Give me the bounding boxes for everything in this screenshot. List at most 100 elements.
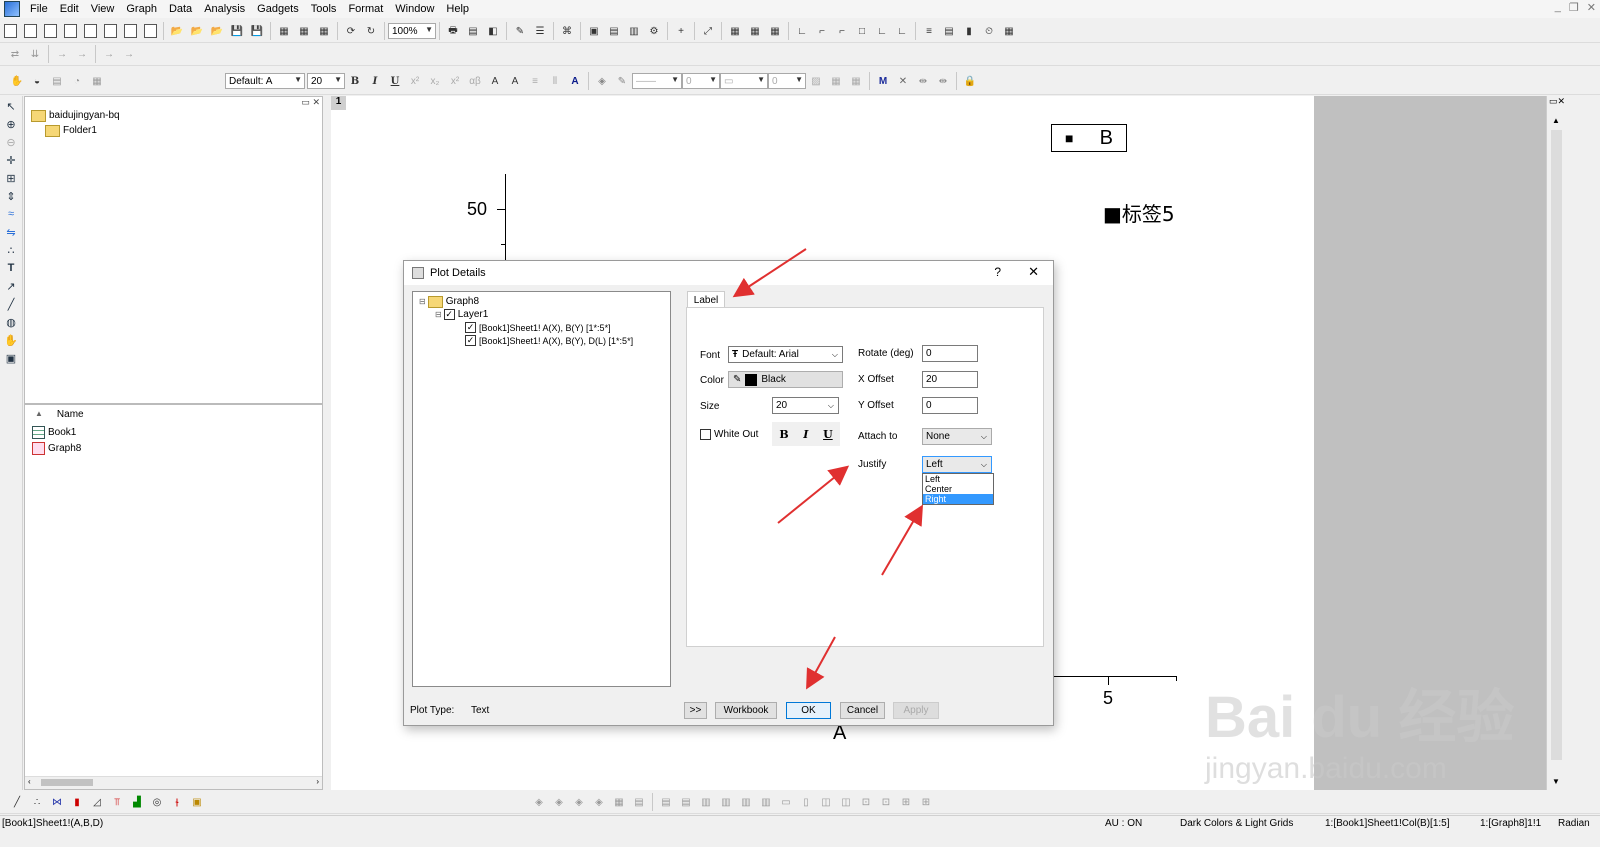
- mask-points-icon[interactable]: ≈: [3, 206, 19, 222]
- tree-plot-2[interactable]: ✓ [Book1]Sheet1! A(X), B(Y), D(L) [1*:5*]: [465, 333, 633, 348]
- align-left-icon[interactable]: ▤: [657, 793, 675, 811]
- refresh-icon[interactable]: ↻: [362, 22, 380, 40]
- new-layout-icon[interactable]: [121, 22, 139, 40]
- superscript-icon[interactable]: x²: [406, 72, 424, 90]
- import-wizard-icon[interactable]: ▦: [315, 22, 333, 40]
- xoffset-input[interactable]: 20: [922, 371, 978, 388]
- new-matrix-icon[interactable]: [61, 22, 79, 40]
- data-reader-icon[interactable]: ⇕: [3, 188, 19, 204]
- justify-option-center[interactable]: Center: [923, 484, 993, 494]
- cancel-button[interactable]: Cancel: [840, 702, 885, 719]
- whiteout-option[interactable]: White Out: [700, 429, 758, 440]
- greek-icon[interactable]: αβ: [466, 72, 484, 90]
- panel-close-icon[interactable]: ✕: [312, 97, 320, 107]
- save-template-icon[interactable]: 💾: [248, 22, 266, 40]
- menu-graph[interactable]: Graph: [120, 0, 163, 18]
- font-select[interactable]: Default: A ▼: [225, 73, 305, 89]
- table-icon[interactable]: ▦: [1000, 22, 1018, 40]
- close-icon[interactable]: ✕: [1587, 1, 1596, 14]
- legend[interactable]: ■ B: [1051, 124, 1127, 152]
- project-explorer-icon[interactable]: ⌘: [558, 22, 576, 40]
- layout-2-icon[interactable]: ▦: [746, 22, 764, 40]
- line-style-select[interactable]: —— ▼: [632, 73, 682, 89]
- line-color-icon[interactable]: ✎: [613, 72, 631, 90]
- template-icon[interactable]: ▣: [188, 793, 206, 811]
- axis-cross-icon[interactable]: ∟: [873, 22, 891, 40]
- pointer-icon[interactable]: ↖: [3, 98, 19, 114]
- tool-a-icon[interactable]: ✋: [8, 72, 26, 90]
- tree-root[interactable]: baidujingyan-bq: [31, 108, 120, 123]
- code-builder-icon[interactable]: ✎: [511, 22, 529, 40]
- scroll-thumb[interactable]: [41, 779, 93, 786]
- recalculate-icon[interactable]: ⟳: [342, 22, 360, 40]
- tool-c-icon[interactable]: ▤: [48, 72, 66, 90]
- align-right-icon[interactable]: ▤: [677, 793, 695, 811]
- tool-d-icon[interactable]: ◔: [68, 72, 86, 90]
- border-icon[interactable]: ▦: [827, 72, 845, 90]
- whiteout-checkbox[interactable]: [700, 429, 711, 440]
- menu-help[interactable]: Help: [440, 0, 475, 18]
- wire-frame-icon[interactable]: ◈: [590, 793, 608, 811]
- new-function-icon[interactable]: [101, 22, 119, 40]
- results-log-icon[interactable]: ▣: [585, 22, 603, 40]
- move-right2-icon[interactable]: →: [73, 45, 91, 63]
- scatter-plot-icon[interactable]: ∴: [28, 793, 46, 811]
- axis-right-icon[interactable]: ⌐: [833, 22, 851, 40]
- horizontal-scrollbar[interactable]: ‹ ›: [25, 776, 322, 789]
- stack-plot-icon[interactable]: ▟: [128, 793, 146, 811]
- arrow-tool-icon[interactable]: ↗: [3, 278, 19, 294]
- menu-tools[interactable]: Tools: [305, 0, 343, 18]
- apply-button[interactable]: Apply: [893, 702, 939, 719]
- align-bottom-icon[interactable]: ▥: [717, 793, 735, 811]
- color-button[interactable]: ✎ Black: [728, 371, 843, 388]
- save-project-icon[interactable]: 💾: [228, 22, 246, 40]
- menu-edit[interactable]: Edit: [54, 0, 85, 18]
- area-plot-icon[interactable]: ◿: [88, 793, 106, 811]
- ungroup-icon[interactable]: ⊡: [877, 793, 895, 811]
- swap-columns-icon[interactable]: ⇄: [6, 45, 24, 63]
- align-middle-icon[interactable]: ▥: [757, 793, 775, 811]
- columns-icon[interactable]: ⫴: [546, 72, 564, 90]
- plot-checkbox[interactable]: ✓: [465, 335, 476, 346]
- list-item[interactable]: Graph8: [32, 441, 81, 456]
- scroll-down-icon[interactable]: ▼: [1552, 777, 1560, 786]
- new-project-icon[interactable]: [1, 22, 19, 40]
- align-objects-icon[interactable]: ⇹: [934, 72, 952, 90]
- line-tool-icon[interactable]: ╱: [3, 296, 19, 312]
- stock-plot-icon[interactable]: ⫳: [168, 793, 186, 811]
- layout-1-icon[interactable]: ▦: [726, 22, 744, 40]
- extract-icon[interactable]: ⊞: [897, 793, 915, 811]
- font-select[interactable]: Ŧ Default: Arial ⌵: [728, 346, 843, 363]
- menu-view[interactable]: View: [85, 0, 121, 18]
- 3d-surface-icon[interactable]: ◈: [570, 793, 588, 811]
- menu-data[interactable]: Data: [163, 0, 198, 18]
- bold-button[interactable]: B: [346, 72, 364, 90]
- font-color-icon[interactable]: A: [566, 72, 584, 90]
- menu-analysis[interactable]: Analysis: [198, 0, 251, 18]
- distribute-icon[interactable]: ⇹: [914, 72, 932, 90]
- panel-divider[interactable]: [25, 403, 322, 405]
- scroll-up-icon[interactable]: ▲: [1552, 116, 1560, 125]
- tree-folder[interactable]: Folder1: [45, 123, 97, 138]
- lock-icon[interactable]: 🔒: [961, 72, 979, 90]
- pattern-icon[interactable]: ▨: [807, 72, 825, 90]
- layout-3-icon[interactable]: ▦: [766, 22, 784, 40]
- menu-format[interactable]: Format: [342, 0, 389, 18]
- restore-icon[interactable]: ❐: [1569, 1, 1579, 14]
- add-column-icon[interactable]: +: [672, 22, 690, 40]
- table-style-icon[interactable]: ▦: [847, 72, 865, 90]
- minimize-icon[interactable]: _: [1555, 1, 1561, 14]
- error-bar-icon[interactable]: ⫪: [108, 793, 126, 811]
- tool-b-icon[interactable]: ◒: [28, 72, 46, 90]
- timestamp-icon[interactable]: ⏲: [980, 22, 998, 40]
- subscript-icon[interactable]: x₂: [426, 72, 444, 90]
- new-workbook-icon[interactable]: [21, 22, 39, 40]
- yoffset-input[interactable]: 0: [922, 397, 978, 414]
- rotate-input[interactable]: 0: [922, 345, 978, 362]
- symbol-size-select[interactable]: 0 ▼: [768, 73, 806, 89]
- attach-select[interactable]: None ⌵: [922, 428, 992, 445]
- layer-number[interactable]: 1: [331, 96, 346, 110]
- import-multiple-icon[interactable]: ▦: [295, 22, 313, 40]
- axis-bottom-icon[interactable]: ∟: [793, 22, 811, 40]
- line-plot-icon[interactable]: ╱: [8, 793, 26, 811]
